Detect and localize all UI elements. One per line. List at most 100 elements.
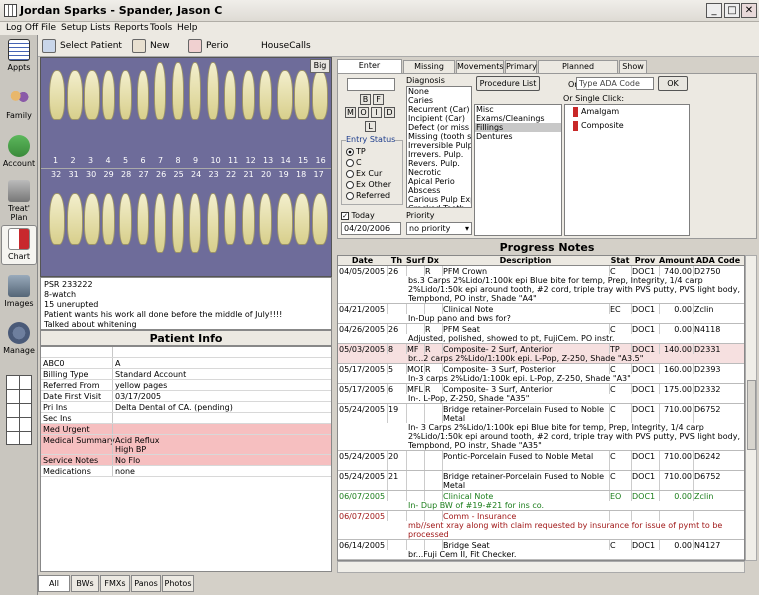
surface-i-button[interactable]: I [371,107,382,118]
tab-enter-treatment[interactable]: Enter Treatment [337,59,402,82]
category-item[interactable]: Dentures [475,132,561,141]
procedure-date-field[interactable]: 04/20/2006 [341,222,401,235]
surface-f-button[interactable]: F [373,94,384,105]
module-chart[interactable]: Chart [1,225,37,265]
diagnosis-item[interactable]: Irreversible Pulp. [407,141,471,150]
tooth[interactable] [101,70,115,120]
surface-d-button[interactable]: D [384,107,395,118]
tooth[interactable] [311,70,328,120]
diagnosis-item[interactable]: Incipient (Car) [407,114,471,123]
progress-notes-hscrollbar[interactable] [337,561,745,573]
surface-m-button[interactable]: M [345,107,356,118]
minimize-button[interactable]: _ [706,3,722,18]
housecalls-button[interactable]: HouseCalls [258,38,311,54]
surface-l-button[interactable]: L [365,121,376,132]
patient-notes[interactable]: PSR 233222 8-watch 15 unerupted Patient … [40,277,332,330]
progress-note-row[interactable]: 04/05/2005 26 R PFM Crown C DOC1 740.00 D2750 bs… [338,266,744,304]
tab-missing-teeth[interactable]: Missing Teeth [403,60,455,83]
category-item[interactable]: Exams/Cleanings [475,114,561,123]
procedure-category-list[interactable]: Misc Exams/Cleanings Fillings Dentures [474,104,562,236]
diagnosis-item[interactable]: Carious Pulp Exp [407,195,471,204]
tooth[interactable] [206,62,219,120]
menu-file[interactable]: File [41,23,56,33]
tab-all[interactable]: All [38,575,70,592]
tooth[interactable] [136,70,149,120]
progress-note-row[interactable]: 06/14/2005 Bridge Seat C DOC1 0.00 N4127 br...… [338,540,744,560]
status-radio-2[interactable]: Ex Cur [346,169,382,178]
diagnosis-item[interactable]: Defect (or miss fill) [407,123,471,132]
tooth[interactable] [101,193,115,245]
status-radio-4[interactable]: Referred [346,191,390,200]
select-patient-button[interactable]: Select Patient ▾ [40,38,128,67]
column-header[interactable]: Th [387,256,406,265]
maximize-button[interactable]: □ [724,3,740,18]
progress-note-row[interactable]: 05/03/2005 8 MF R Composite- 2 Surf, Anterio… [338,344,744,364]
progress-note-row[interactable]: 05/17/2005 6 MFL R Composite- 3 Surf, Anteri… [338,384,744,404]
module-images[interactable]: Images [1,275,37,308]
tooth[interactable] [84,193,100,245]
scroll-thumb[interactable] [747,380,756,450]
menu-setup[interactable]: Setup [61,23,87,33]
tooth[interactable] [311,193,328,245]
tooth[interactable] [259,70,272,120]
progress-note-row[interactable]: 04/21/2005 Clinical Note EC DOC1 0.00 Zclin In… [338,304,744,324]
column-header[interactable]: ADA Code [693,256,743,265]
priority-select[interactable]: no priority ▾ [406,222,472,235]
tab-bws[interactable]: BWs [71,575,99,592]
diagnosis-item[interactable]: Irrevers. Pulp. [407,150,471,159]
tooth[interactable] [189,193,201,253]
diagnosis-item[interactable]: Necrotic [407,168,471,177]
module-treat-plan[interactable]: Treat' Plan [1,180,37,222]
diagnosis-item[interactable]: Abscess [407,186,471,195]
column-header[interactable]: Prov [631,256,659,265]
progress-note-row[interactable]: 04/26/2005 26 R PFM Seat C DOC1 0.00 N4118 Adjus… [338,324,744,344]
diagnosis-list[interactable]: None Caries Recurrent (Car) Incipient (Car)… [406,86,472,208]
tooth[interactable] [189,62,201,120]
tooth[interactable] [241,70,255,120]
column-header[interactable]: Date [338,256,387,265]
today-checkbox[interactable]: ✓ Today [341,211,375,220]
tooth[interactable] [276,70,293,120]
progress-note-row[interactable]: 05/24/2005 21 Bridge retainer-Porcelain Fu… [338,471,744,491]
module-manage[interactable]: Manage [1,322,37,355]
progress-notes-vscrollbar[interactable] [745,255,757,561]
tooth[interactable] [171,62,184,120]
tooth[interactable] [206,193,219,253]
diagnosis-item[interactable]: Revers. Pulp. [407,159,471,168]
tab-show[interactable]: Show [619,60,647,73]
quick-amalgam[interactable]: Amalgam [565,105,689,119]
button-grid[interactable] [6,375,32,445]
status-radio-0[interactable]: TP [346,147,366,156]
tooth[interactable] [224,70,236,120]
column-header[interactable]: Stat [609,256,631,265]
ada-code-input[interactable]: Type ADA Code [576,77,654,90]
tab-panos[interactable]: Panos [131,575,161,592]
quick-buttons-list[interactable]: Amalgam Composite [564,104,690,236]
module-appts[interactable]: Appts [1,39,37,72]
tooth[interactable] [259,193,272,245]
procedure-list-button[interactable]: Procedure List [476,76,540,91]
tooth[interactable] [294,70,310,120]
tooth[interactable] [224,193,236,245]
menu-log-off[interactable]: Log Off [6,23,38,33]
tab-planned-appointment[interactable]: Planned Appointment [538,60,618,83]
progress-note-row[interactable]: 05/17/20055 MODR Composite- 3 Surf, Poster… [338,364,744,384]
surfaces-field[interactable] [347,78,395,91]
ok-button[interactable]: OK [658,76,688,91]
tooth[interactable] [294,193,310,245]
progress-note-row[interactable]: 06/07/2005 Comm - Insurance mb//sent xray … [338,511,744,540]
diagnosis-item[interactable]: Apical Perio [407,177,471,186]
menu-lists[interactable]: Lists [90,23,110,33]
menu-help[interactable]: Help [177,23,198,33]
tab-primary[interactable]: Primary [505,60,537,73]
big-button[interactable]: Big [310,59,330,73]
module-family[interactable]: Family [1,87,37,120]
diagnosis-item[interactable]: Cracked Tooth [407,204,471,207]
progress-note-row[interactable]: 05/24/2005 20 Pontic-Porcelain Fused to No… [338,451,744,471]
tooth[interactable] [136,193,149,245]
quick-composite[interactable]: Composite [565,119,689,133]
column-header[interactable]: Amount [659,256,694,265]
tooth[interactable] [66,193,83,245]
surface-o-button[interactable]: O [358,107,369,118]
status-radio-3[interactable]: Ex Other [346,180,391,189]
